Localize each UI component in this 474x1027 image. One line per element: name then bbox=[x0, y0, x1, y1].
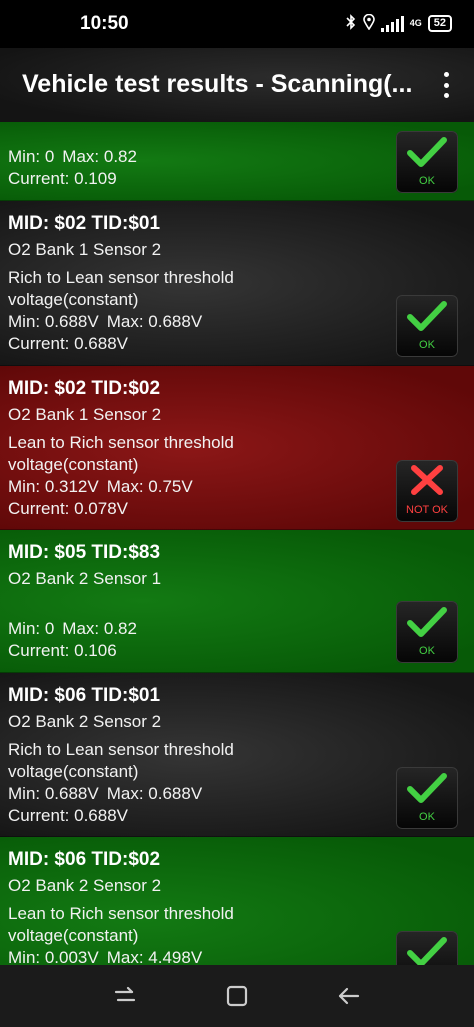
recent-apps-icon[interactable] bbox=[112, 983, 138, 1009]
test-description: Rich to Lean sensor threshold bbox=[8, 740, 234, 759]
table-row[interactable]: MID: $06 TID:$02 O2 Bank 2 Sensor 2 Lean… bbox=[0, 837, 474, 965]
min-value: Min: 0 bbox=[8, 619, 55, 638]
status-label: OK bbox=[419, 175, 435, 187]
mid-tid-label: MID: $06 TID:$02 bbox=[8, 849, 161, 870]
check-icon bbox=[407, 937, 447, 965]
status-label: OK bbox=[419, 339, 435, 351]
sensor-name: O2 Bank 2 Sensor 2 bbox=[8, 876, 162, 895]
status-icons: 4G 52 bbox=[345, 13, 452, 33]
status-badge: NOT OK bbox=[396, 460, 458, 522]
overflow-menu-icon[interactable] bbox=[440, 72, 452, 98]
max-value: Max: 4.498V bbox=[106, 948, 203, 965]
status-time: 10:50 bbox=[80, 13, 129, 34]
signal-icon bbox=[380, 15, 404, 32]
min-max-line: Min: 0.688V Max: 0.688V bbox=[8, 783, 384, 805]
min-max-line: Min: 0 Max: 0.82 bbox=[8, 146, 384, 168]
mid-tid-label: MID: $05 TID:$83 bbox=[8, 542, 161, 563]
battery-icon: 52 bbox=[427, 15, 452, 32]
status-label: OK bbox=[419, 645, 435, 657]
table-row[interactable]: Min: 0 Max: 0.82 Current: 0.109 OK bbox=[0, 122, 474, 201]
test-description-cont: voltage(constant) bbox=[8, 926, 139, 945]
max-value: Max: 0.688V bbox=[106, 784, 203, 803]
current-value: Current: 0.106 bbox=[8, 641, 117, 660]
test-description-cont: voltage(constant) bbox=[8, 762, 139, 781]
min-max-line: Min: 0.688V Max: 0.688V bbox=[8, 311, 384, 333]
test-description: Lean to Rich sensor threshold bbox=[8, 433, 234, 452]
current-value: Current: 0.688V bbox=[8, 806, 129, 825]
test-description-cont: voltage(constant) bbox=[8, 455, 139, 474]
table-row[interactable]: MID: $06 TID:$01 O2 Bank 2 Sensor 2 Rich… bbox=[0, 673, 474, 837]
min-value: Min: 0.688V bbox=[8, 312, 99, 331]
sensor-name: O2 Bank 2 Sensor 1 bbox=[8, 569, 162, 588]
status-label: OK bbox=[419, 811, 435, 823]
sensor-name: O2 Bank 1 Sensor 2 bbox=[8, 240, 162, 259]
min-value: Min: 0.003V bbox=[8, 948, 99, 965]
back-icon[interactable] bbox=[336, 983, 362, 1009]
min-value: Min: 0.312V bbox=[8, 477, 99, 496]
status-badge: OK bbox=[396, 601, 458, 663]
table-row[interactable]: MID: $05 TID:$83 O2 Bank 2 Sensor 1 Min:… bbox=[0, 530, 474, 673]
status-badge: OK bbox=[396, 131, 458, 193]
mid-tid-label: MID: $06 TID:$01 bbox=[8, 685, 161, 706]
sensor-name: O2 Bank 2 Sensor 2 bbox=[8, 712, 162, 731]
status-badge: OK bbox=[396, 295, 458, 357]
check-icon bbox=[407, 773, 447, 803]
x-icon bbox=[411, 465, 443, 495]
check-icon bbox=[407, 607, 447, 637]
status-badge: OK bbox=[396, 931, 458, 965]
min-max-line: Min: 0.003V Max: 4.498V bbox=[8, 947, 384, 965]
table-row[interactable]: MID: $02 TID:$02 O2 Bank 1 Sensor 2 Lean… bbox=[0, 366, 474, 530]
results-list[interactable]: Min: 0 Max: 0.82 Current: 0.109 OK MID: $… bbox=[0, 122, 474, 965]
min-max-line: Min: 0 Max: 0.82 bbox=[8, 618, 384, 640]
app-bar: Vehicle test results - Scanning(... bbox=[0, 48, 474, 122]
status-badge: OK bbox=[396, 767, 458, 829]
mid-tid-label: MID: $02 TID:$02 bbox=[8, 378, 161, 399]
current-value: Current: 0.078V bbox=[8, 499, 129, 518]
check-icon bbox=[407, 137, 447, 167]
max-value: Max: 0.688V bbox=[106, 312, 203, 331]
test-description: Lean to Rich sensor threshold bbox=[8, 904, 234, 923]
current-value: Current: 0.109 bbox=[8, 169, 117, 188]
bluetooth-icon bbox=[345, 14, 357, 33]
table-row[interactable]: MID: $02 TID:$01 O2 Bank 1 Sensor 2 Rich… bbox=[0, 201, 474, 366]
min-value: Min: 0.688V bbox=[8, 784, 99, 803]
min-max-line: Min: 0.312V Max: 0.75V bbox=[8, 476, 384, 498]
max-value: Max: 0.75V bbox=[106, 477, 193, 496]
location-icon bbox=[362, 13, 375, 33]
min-value: Min: 0 bbox=[8, 147, 55, 166]
max-value: Max: 0.82 bbox=[62, 147, 137, 166]
mid-tid-label: MID: $02 TID:$01 bbox=[8, 213, 161, 234]
network-type: 4G bbox=[409, 18, 422, 28]
sensor-name: O2 Bank 1 Sensor 2 bbox=[8, 405, 162, 424]
system-nav-bar bbox=[0, 965, 474, 1027]
max-value: Max: 0.82 bbox=[62, 619, 137, 638]
test-description-cont: voltage(constant) bbox=[8, 290, 139, 309]
status-bar: 10:50 4G 52 bbox=[0, 0, 474, 48]
test-description: Rich to Lean sensor threshold bbox=[8, 268, 234, 287]
status-label: NOT OK bbox=[406, 504, 448, 516]
home-icon[interactable] bbox=[224, 983, 250, 1009]
check-icon bbox=[407, 301, 447, 331]
current-value: Current: 0.688V bbox=[8, 334, 129, 353]
battery-level: 52 bbox=[433, 17, 446, 29]
page-title: Vehicle test results - Scanning(... bbox=[22, 70, 413, 98]
